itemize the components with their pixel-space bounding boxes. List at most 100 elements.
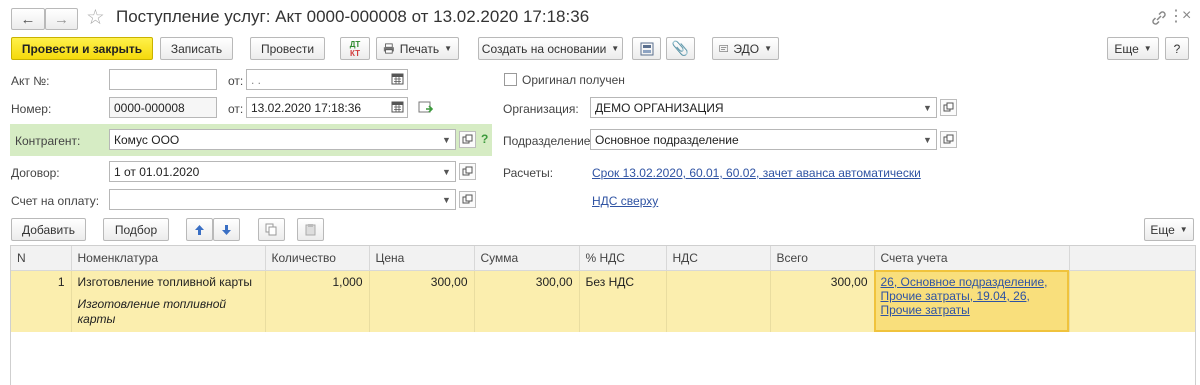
calendar-icon[interactable] (391, 72, 404, 85)
cell-accounts[interactable]: 26, Основное подразделение, Прочие затра… (874, 270, 1070, 332)
column-header[interactable]: Всего (770, 246, 875, 271)
department-open-button[interactable] (940, 131, 957, 148)
invoice-open-button[interactable] (459, 191, 476, 208)
date-label: от: (228, 102, 244, 116)
set-date-icon[interactable] (418, 99, 434, 115)
print-button[interactable]: Печать ▼ (376, 37, 459, 60)
column-header[interactable]: N (11, 246, 72, 271)
cell-total[interactable]: 300,00 (770, 270, 875, 332)
invoice-field[interactable] (109, 189, 456, 210)
copy-row-button[interactable] (258, 218, 285, 241)
organization-open-button[interactable] (940, 99, 957, 116)
post-button[interactable]: Провести (250, 37, 325, 60)
structure-icon (640, 42, 653, 55)
column-header[interactable]: Номенклатура (71, 246, 266, 271)
contractor-dropdown-icon[interactable]: ▼ (438, 130, 455, 149)
act-no-label: Акт №: (11, 74, 50, 88)
act-no-field[interactable] (109, 69, 217, 90)
column-header[interactable]: % НДС (579, 246, 667, 271)
table-row[interactable]: 1 Изготовление топливной карты Изготовле… (11, 270, 1195, 332)
arrow-left-icon: ← (20, 10, 36, 28)
cell-vat-rate[interactable]: Без НДС (579, 270, 667, 332)
create-based-on-button[interactable]: Создать на основании ▼ (478, 37, 623, 60)
more-label: Еще (1114, 41, 1139, 56)
column-header[interactable]: Цена (369, 246, 475, 271)
act-date-value: . . (251, 73, 262, 87)
column-header[interactable]: НДС (666, 246, 771, 271)
original-received-checkbox[interactable] (504, 73, 517, 86)
chevron-down-icon: ▼ (444, 44, 452, 53)
window-title: Поступление услуг: Акт 0000-000008 от 13… (116, 7, 590, 26)
cell-sum[interactable]: 300,00 (474, 270, 580, 332)
dt-kt-button[interactable]: ДТ КТ (340, 37, 370, 60)
contractor-open-button[interactable] (459, 131, 476, 148)
chevron-down-icon: ▼ (1143, 44, 1152, 53)
settlements-label: Расчеты: (503, 166, 554, 180)
dt-label: ДТ (349, 39, 361, 49)
paste-row-button[interactable] (297, 218, 324, 241)
organization-label: Организация: (503, 102, 579, 116)
print-label: Печать (399, 41, 440, 56)
number-label: Номер: (11, 102, 52, 116)
contract-field[interactable]: 1 от 01.01.2020 (109, 161, 456, 182)
contract-label: Договор: (11, 166, 60, 180)
organization-dropdown-icon[interactable]: ▼ (919, 98, 936, 117)
arrow-right-icon: → (54, 10, 69, 28)
table-more-button[interactable]: Еще ▼ (1144, 218, 1194, 241)
forward-button[interactable]: → (45, 8, 78, 30)
cell-item[interactable]: Изготовление топливной карты Изготовлени… (71, 270, 266, 332)
calendar-icon[interactable] (391, 100, 404, 113)
department-label: Подразделение: (503, 134, 594, 148)
cell-vat[interactable] (666, 270, 771, 332)
save-button[interactable]: Записать (160, 37, 233, 60)
act-date-field[interactable]: . . (246, 69, 408, 90)
cell-price[interactable]: 300,00 (369, 270, 475, 332)
help-button[interactable]: ? (1165, 37, 1189, 60)
column-header[interactable]: Количество (265, 246, 370, 271)
contractor-help-icon[interactable]: ? (481, 132, 488, 146)
column-header[interactable]: Счета учета (874, 246, 1070, 271)
add-row-button[interactable]: Добавить (11, 218, 86, 241)
move-down-button[interactable] (213, 218, 240, 241)
organization-field[interactable]: ДЕМО ОРГАНИЗАЦИЯ (590, 97, 937, 118)
settlements-link[interactable]: Срок 13.02.2020, 60.01, 60.02, зачет ава… (592, 166, 921, 180)
back-button[interactable]: ← (11, 8, 45, 30)
item-description: Изготовление топливной карты (77, 296, 227, 326)
structure-button[interactable] (632, 37, 661, 60)
close-icon[interactable]: × (1182, 7, 1191, 25)
number-field[interactable]: 0000-000008 (109, 97, 217, 118)
open-icon (462, 166, 473, 176)
column-header[interactable]: Сумма (474, 246, 580, 271)
contractor-field[interactable]: Комус ООО (109, 129, 456, 150)
link-icon[interactable] (1150, 9, 1168, 27)
more-button[interactable]: Еще ▼ (1107, 37, 1159, 60)
invoice-label: Счет на оплату: (11, 194, 100, 208)
open-icon (462, 194, 473, 204)
column-header-filler (1069, 246, 1195, 271)
cell-quantity[interactable]: 1,000 (265, 270, 370, 332)
contract-open-button[interactable] (459, 163, 476, 180)
kt-label: КТ (350, 48, 360, 58)
pick-button[interactable]: Подбор (103, 218, 169, 241)
item-name: Изготовление топливной карты (77, 274, 252, 289)
vat-on-top-link[interactable]: НДС сверху (592, 194, 658, 208)
department-field[interactable]: Основное подразделение (590, 129, 937, 150)
act-date-label: от: (228, 74, 244, 88)
paste-icon (305, 224, 316, 236)
accounts-link[interactable]: 26, Основное подразделение, Прочие затра… (881, 275, 1063, 317)
goods-table-frame: N Номенклатура Количество Цена Сумма % Н… (10, 245, 1196, 385)
chevron-down-icon: ▼ (764, 44, 772, 53)
favorite-star-icon[interactable]: ☆ (86, 5, 105, 30)
contract-dropdown-icon[interactable]: ▼ (438, 162, 455, 181)
move-up-button[interactable] (186, 218, 213, 241)
invoice-dropdown-icon[interactable]: ▼ (438, 190, 455, 209)
edo-button[interactable]: ЭДО ▼ (712, 37, 779, 60)
attachments-button[interactable]: 📎 (666, 37, 695, 60)
date-field[interactable]: 13.02.2020 17:18:36 (246, 97, 408, 118)
arrow-down-icon (222, 224, 231, 235)
open-icon (943, 102, 954, 112)
department-dropdown-icon[interactable]: ▼ (919, 130, 936, 149)
cell-n[interactable]: 1 (11, 270, 72, 332)
original-received-label: Оригинал получен (522, 73, 625, 87)
post-and-close-button[interactable]: Провести и закрыть (11, 37, 153, 60)
